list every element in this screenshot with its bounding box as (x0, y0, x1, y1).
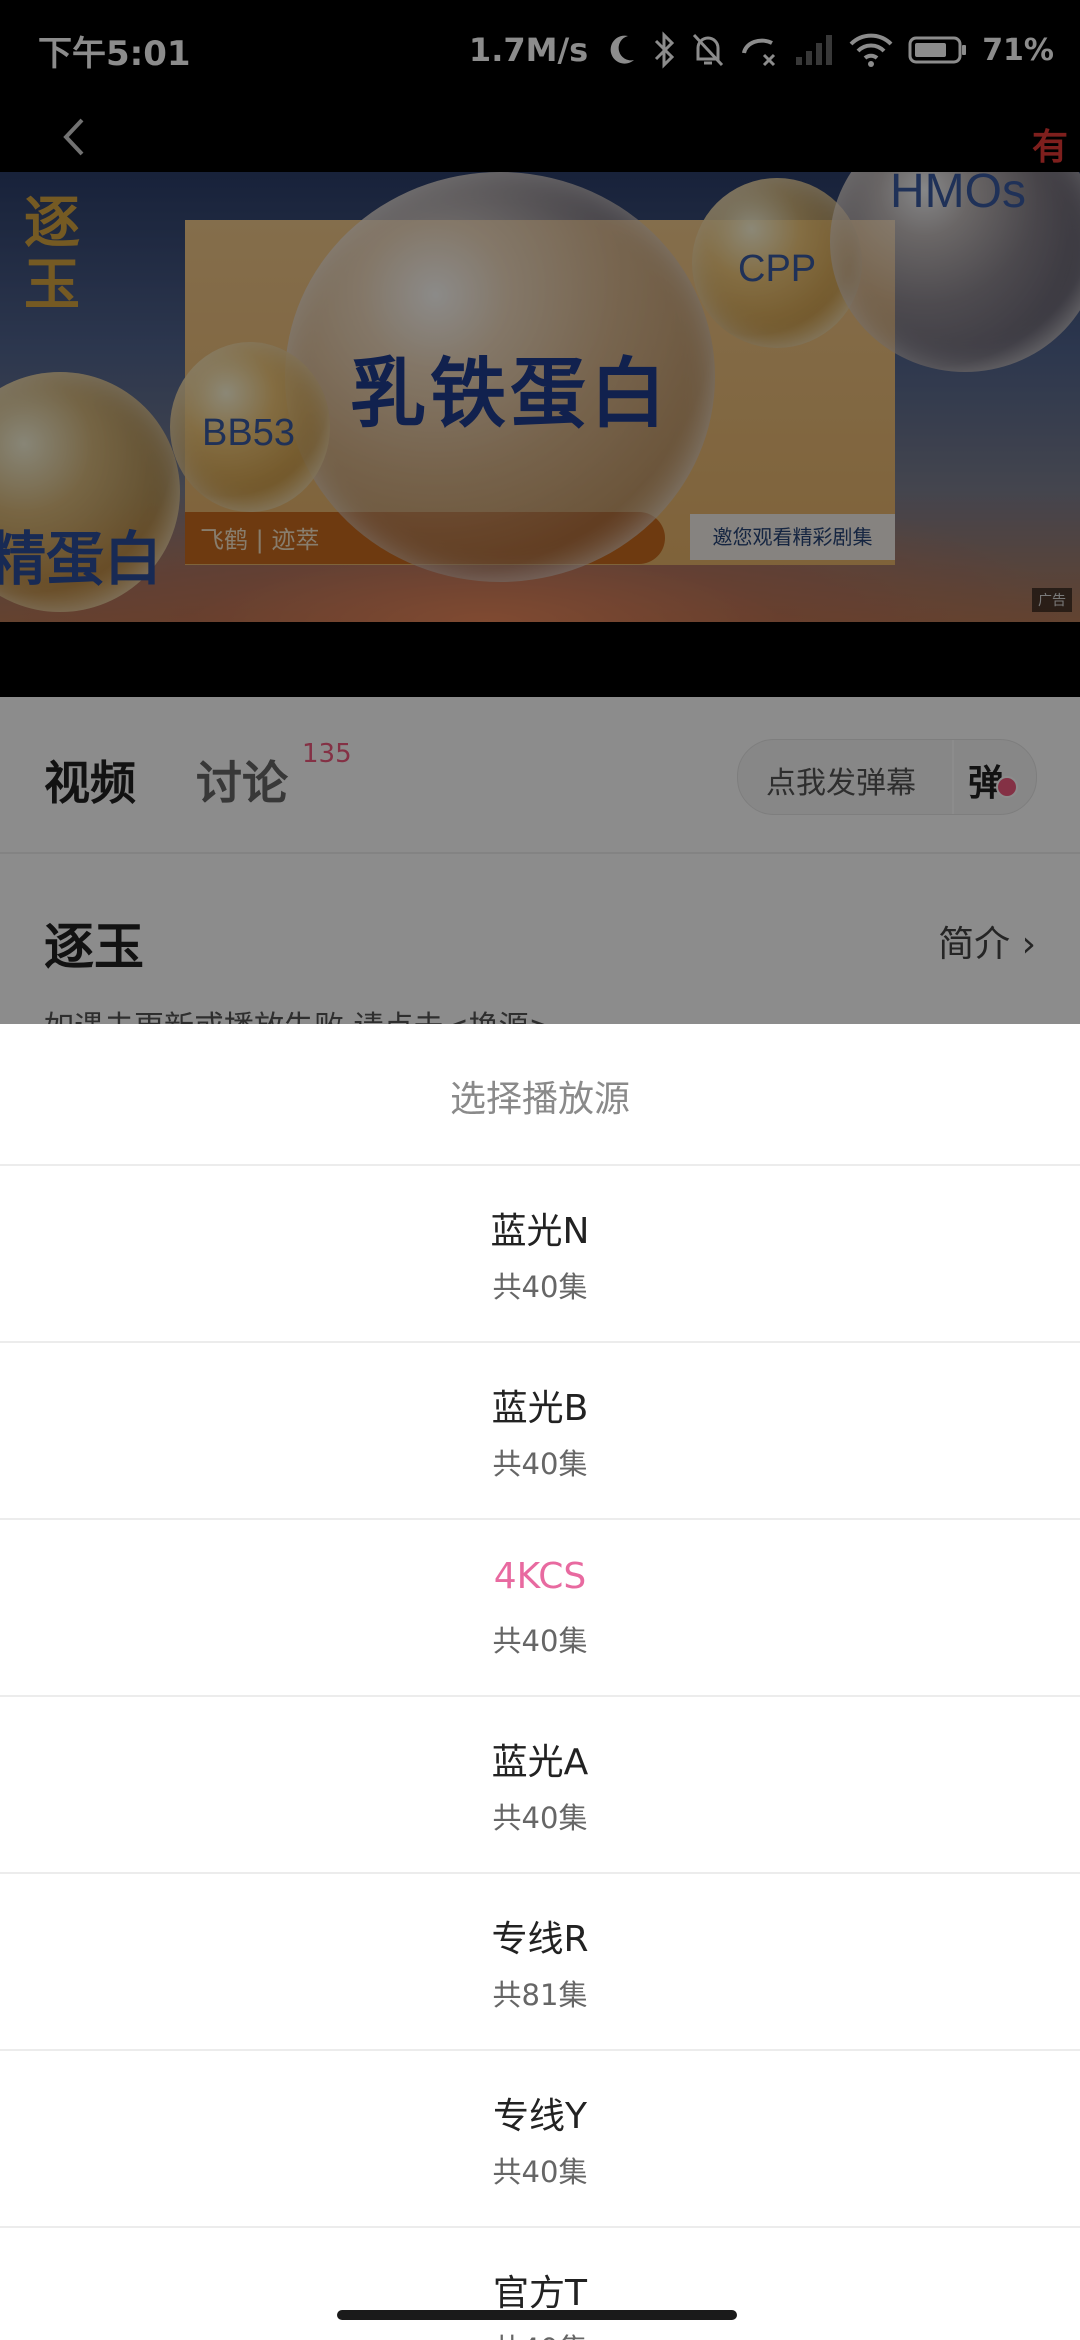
source-item[interactable]: 专线Y 共40集 (0, 2051, 1080, 2228)
source-episode-count: 共40集 (492, 1270, 588, 1304)
source-episode-count: 共40集 (0, 2326, 1080, 2340)
source-item[interactable]: 蓝光N 共40集 (0, 1166, 1080, 1343)
sheet-header: 选择播放源 (0, 1024, 1080, 1166)
source-item[interactable]: 蓝光B 共40集 (0, 1343, 1080, 1520)
source-item-selected[interactable]: 4KCS 共40集 (0, 1520, 1080, 1697)
source-episode-count: 共40集 (492, 1801, 588, 1835)
source-name: 蓝光B (491, 1388, 589, 1429)
source-item[interactable]: 官方T 共40集 (0, 2228, 1080, 2340)
source-name: 4KCS (493, 1556, 587, 1597)
screen: 下午5:01 1.7M/s 71% 有 飞鹤 | 迹萃 邀您观看精彩剧集 乳铁蛋… (0, 0, 1080, 2340)
sheet-title: 选择播放源 (449, 1079, 630, 1120)
source-episode-count: 共81集 (492, 1978, 588, 2012)
source-name: 蓝光N (490, 1211, 590, 1252)
home-indicator[interactable] (337, 2310, 737, 2320)
source-name: 专线Y (493, 2096, 587, 2137)
source-name: 蓝光A (491, 1742, 589, 1783)
source-episode-count: 共40集 (492, 1624, 588, 1658)
source-picker-sheet: 选择播放源 蓝光N 共40集 蓝光B 共40集 4KCS 共40集 蓝光A 共4… (0, 1024, 1080, 2340)
source-episode-count: 共40集 (492, 2155, 588, 2189)
source-name: 专线R (491, 1919, 589, 1960)
source-list: 蓝光N 共40集 蓝光B 共40集 4KCS 共40集 蓝光A 共40集 专线R… (0, 1166, 1080, 2340)
source-name: 官方T (493, 2273, 587, 2314)
source-item[interactable]: 专线R 共81集 (0, 1874, 1080, 2051)
source-episode-count: 共40集 (492, 1447, 588, 1481)
source-item[interactable]: 蓝光A 共40集 (0, 1697, 1080, 1874)
